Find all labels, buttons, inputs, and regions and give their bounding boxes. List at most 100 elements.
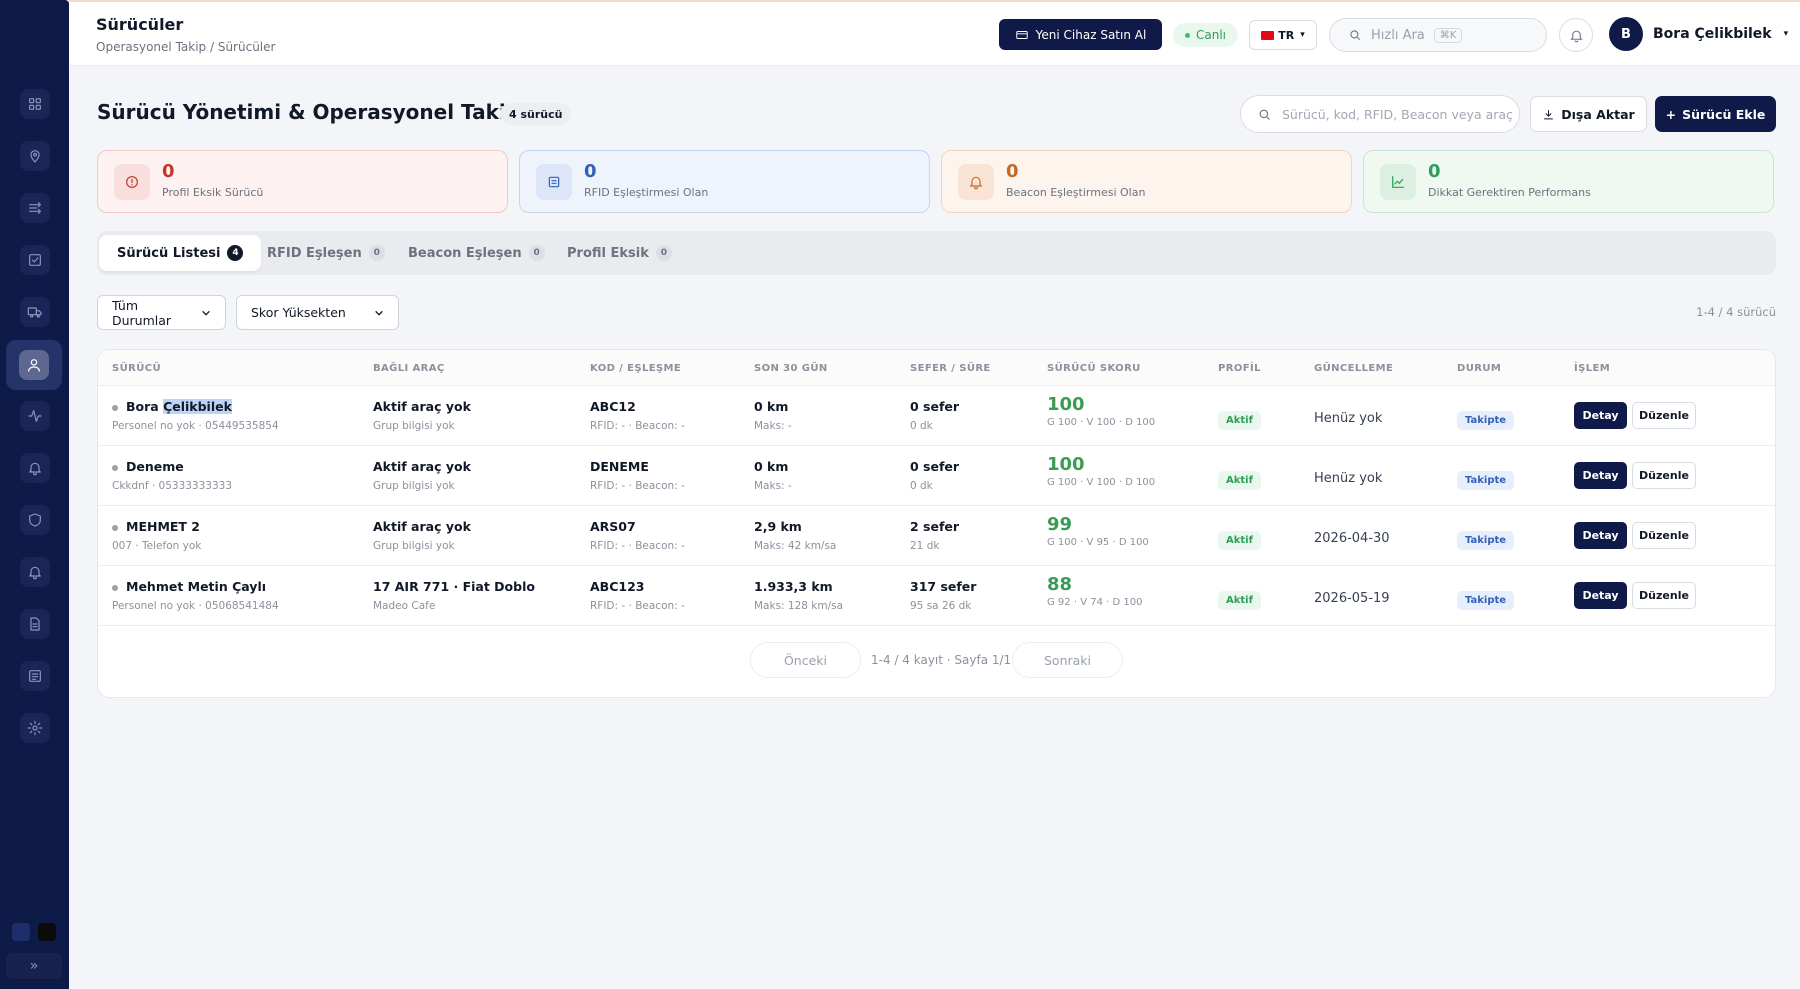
sidebar-item-notifications[interactable] — [20, 557, 50, 587]
table-row[interactable]: MEHMET 2 007 · Telefon yok Aktif araç yok… — [98, 506, 1775, 566]
driver-score: 100 — [1047, 394, 1085, 415]
breadcrumb: Operasyonel Takip / Sürücüler — [96, 40, 276, 54]
line-chart-icon — [1392, 176, 1404, 188]
stat-beacon-matched[interactable]: 0 Beacon Eşleştirmesi Olan — [941, 150, 1352, 213]
driver-score: 88 — [1047, 574, 1073, 595]
stat-label: Profil Eksik Sürücü — [162, 186, 264, 199]
vehicle-name: Aktif araç yok — [373, 519, 471, 534]
driver-contact: 007 · Telefon yok — [112, 540, 202, 552]
tab-beacon-matched[interactable]: Beacon Eşleşen 0 — [390, 235, 563, 271]
plus-icon: + — [1665, 106, 1677, 122]
column-header: KOD / EŞLEŞME — [590, 363, 682, 374]
edit-button[interactable]: Düzenle — [1632, 582, 1696, 609]
sidebar-item-documents[interactable] — [20, 609, 50, 639]
sidebar-expand-button[interactable]: » — [6, 953, 62, 979]
driver-code: DENEME — [590, 459, 649, 474]
driver-name-text: Deneme — [126, 459, 184, 474]
stat-profile-missing[interactable]: 0 Profil Eksik Sürücü — [97, 150, 508, 213]
edit-button[interactable]: Düzenle — [1632, 402, 1696, 429]
add-driver-button[interactable]: + Sürücü Ekle — [1655, 96, 1776, 132]
driver-contact: Personel no yok · 05449535854 — [112, 420, 279, 432]
table-row[interactable]: Bora Çelikbilek Personel no yok · 0544953… — [98, 386, 1775, 446]
detail-button[interactable]: Detay — [1574, 462, 1627, 489]
vehicle-group: Grup bilgisi yok — [373, 420, 455, 432]
status-filter-select[interactable]: Tüm Durumlar — [97, 295, 226, 330]
stat-rfid-matched[interactable]: 0 RFID Eşleştirmesi Olan — [519, 150, 930, 213]
sidebar-item-tasks[interactable] — [20, 245, 50, 275]
theme-dark-swatch[interactable] — [38, 923, 56, 941]
tab-rfid-matched[interactable]: RFID Eşleşen 0 — [249, 235, 403, 271]
sort-select[interactable]: Skor Yüksekten — [236, 295, 399, 330]
status-dot-icon — [112, 464, 118, 471]
language-label: TR — [1278, 28, 1295, 42]
score-breakdown: G 100 · V 100 · D 100 — [1047, 477, 1156, 488]
theme-blue-swatch[interactable] — [12, 923, 30, 941]
report-icon — [29, 670, 41, 682]
previous-page-button[interactable]: Önceki — [750, 642, 861, 678]
tab-profile-missing[interactable]: Profil Eksik 0 — [549, 235, 690, 271]
sidebar-item-dashboard[interactable] — [20, 89, 50, 119]
sidebar-item-vehicles[interactable] — [20, 297, 50, 327]
stat-performance-attention[interactable]: 0 Dikkat Gerektiren Performans — [1363, 150, 1774, 213]
sidebar-item-settings[interactable] — [20, 713, 50, 743]
beacon-icon-wrap — [958, 164, 994, 200]
map-pin-icon — [30, 150, 40, 163]
notifications-button[interactable] — [1559, 18, 1593, 52]
sidebar-item-map[interactable] — [20, 141, 50, 171]
document-icon — [30, 617, 40, 631]
sidebar-item-drivers[interactable] — [6, 340, 62, 390]
tab-count-badge: 0 — [528, 245, 545, 261]
updated-at: Henüz yok — [1314, 471, 1383, 486]
tab-count-badge: 0 — [368, 245, 385, 261]
page-title: Sürücü Yönetimi & Operasyonel Takip — [97, 100, 521, 124]
driver-name[interactable]: Deneme — [112, 459, 232, 474]
sidebar-item-routes[interactable] — [20, 193, 50, 223]
driver-name[interactable]: Bora Çelikbilek — [112, 399, 279, 414]
pairing-info: RFID: - · Beacon: - — [590, 480, 685, 492]
vehicle-name: 17 AIR 771 · Fiat Doblo — [373, 579, 535, 594]
next-page-button[interactable]: Sonraki — [1012, 642, 1123, 678]
driver-name[interactable]: MEHMET 2 — [112, 519, 201, 534]
column-header: DURUM — [1457, 363, 1502, 374]
profile-badge: Aktif — [1218, 591, 1261, 610]
sidebar-item-reports[interactable] — [20, 661, 50, 691]
detail-button[interactable]: Detay — [1574, 522, 1627, 549]
table-row[interactable]: Mehmet Metin Çaylı Personel no yok · 0506… — [98, 566, 1775, 626]
table-row[interactable]: Deneme Ckkdnf · 05333333333 Aktif araç yo… — [98, 446, 1775, 506]
export-button[interactable]: Dışa Aktar — [1530, 96, 1647, 132]
card-icon — [1015, 30, 1028, 39]
trip-duration: 21 dk — [910, 540, 940, 552]
quick-search-input[interactable]: Hızlı Ara ⌘K — [1329, 18, 1547, 52]
sort-value: Skor Yüksekten — [251, 305, 346, 320]
user-menu[interactable]: B Bora Çelikbilek ▾ — [1609, 17, 1788, 51]
language-selector[interactable]: TR ▾ — [1249, 20, 1317, 50]
turkey-flag-icon — [1261, 30, 1275, 40]
trip-count: 0 sefer — [910, 459, 960, 474]
driver-count-badge: 4 sürücü — [500, 103, 572, 125]
driver-name[interactable]: Mehmet Metin Çaylı — [112, 579, 279, 594]
truck-icon — [27, 307, 42, 318]
sidebar-item-analytics[interactable] — [20, 401, 50, 431]
shield-icon — [29, 513, 41, 527]
max-speed: Maks: 128 km/sa — [754, 600, 844, 612]
sidebar-item-alerts[interactable] — [20, 453, 50, 483]
column-header: SÜRÜCÜ — [112, 363, 162, 374]
profile-badge: Aktif — [1218, 531, 1261, 550]
detail-button[interactable]: Detay — [1574, 402, 1627, 429]
status-badge: Takipte — [1457, 471, 1515, 490]
distance-30d: 1.933,3 km — [754, 579, 833, 594]
driver-contact: Ckkdnf · 05333333333 — [112, 480, 233, 492]
chevron-down-icon: ▾ — [1300, 30, 1305, 40]
column-header: SON 30 GÜN — [754, 363, 828, 374]
edit-button[interactable]: Düzenle — [1632, 522, 1696, 549]
driver-search-input[interactable]: Sürücü, kod, RFID, Beacon veya araç — [1240, 95, 1520, 133]
buy-device-button[interactable]: Yeni Cihaz Satın Al — [999, 19, 1162, 50]
detail-button[interactable]: Detay — [1574, 582, 1627, 609]
add-driver-label: Sürücü Ekle — [1682, 106, 1766, 122]
sidebar-item-security[interactable] — [20, 505, 50, 535]
edit-button[interactable]: Düzenle — [1632, 462, 1696, 489]
driver-name-text: MEHMET 2 — [126, 519, 200, 534]
column-header: GÜNCELLEME — [1314, 363, 1394, 374]
checkbox-icon — [29, 254, 41, 266]
tab-driver-list[interactable]: Sürücü Listesi 4 — [99, 235, 262, 271]
